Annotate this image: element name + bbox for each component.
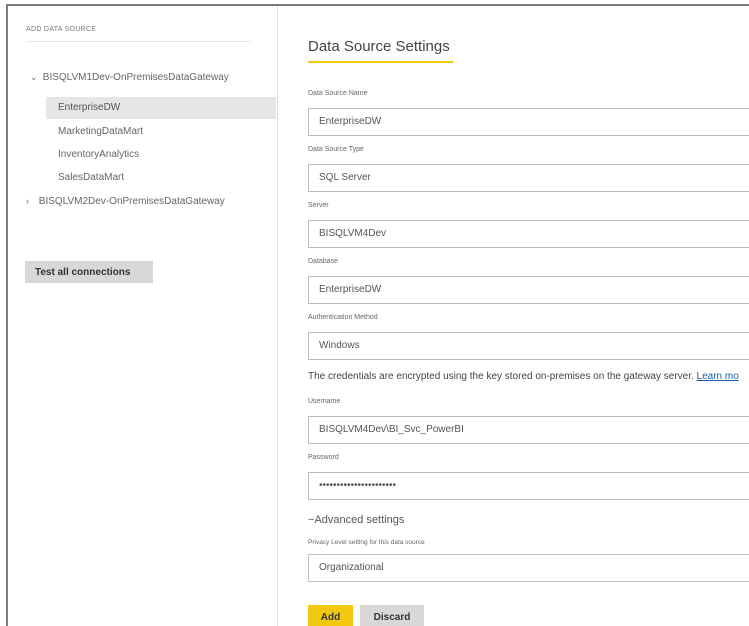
authentication-method-label: Authentication Method [308,314,378,321]
data-source-item-inventoryanalytics[interactable]: InventoryAnalytics [46,144,276,166]
credentials-note-text: The credentials are encrypted using the … [308,371,694,382]
data-source-settings-panel: Data Source Settings Data Source Name En… [300,6,749,626]
username-input[interactable]: BISQLVM4Dev\BI_Svc_PowerBI [308,416,749,444]
advanced-settings-label: Advanced settings [314,514,405,526]
database-input[interactable]: EnterpriseDW [308,276,749,304]
gateway-item-1[interactable]: ⌄ BISQLVM1Dev-OnPremisesDataGateway [30,72,229,83]
server-input[interactable]: BISQLVM4Dev [308,220,749,248]
data-source-item-marketingdatamart[interactable]: MarketingDataMart [46,121,276,143]
data-source-item-salesdatamart[interactable]: SalesDataMart [46,167,276,189]
learn-more-link[interactable]: Learn mo [697,371,739,382]
password-input[interactable]: •••••••••••••••••••••• [308,472,749,500]
data-source-nav-panel: ADD DATA SOURCE ⌄ BISQLVM1Dev-OnPremises… [8,6,278,626]
data-source-type-value: SQL Server [319,172,371,183]
gateway-name: BISQLVM1Dev-OnPremisesDataGateway [42,72,229,83]
data-source-name-label: Data Source Name [308,90,368,97]
title-accent-underline [308,61,453,63]
test-all-connections-button[interactable]: Test all connections [25,261,153,283]
password-label: Password [308,454,339,461]
gateway-name: BISQLVM2Dev-OnPremisesDataGateway [38,196,225,207]
authentication-method-select[interactable]: Windows ▼ [308,332,749,360]
app-frame: ADD DATA SOURCE ⌄ BISQLVM1Dev-OnPremises… [6,4,749,626]
chevron-right-icon[interactable]: › [26,196,36,206]
nav-title-divider [26,41,251,42]
username-label: Username [308,398,341,405]
privacy-level-label: Privacy Level setting for this data sour… [308,539,425,546]
credentials-note: The credentials are encrypted using the … [308,371,749,382]
database-label: Database [308,258,338,265]
gateway-item-2[interactable]: › BISQLVM2Dev-OnPremisesDataGateway [26,196,225,207]
chevron-down-icon[interactable]: ⌄ [30,72,40,83]
server-label: Server [308,202,329,209]
page-title: Data Source Settings [308,38,450,55]
privacy-level-select[interactable]: Organizational ▼ [308,554,749,582]
privacy-level-value: Organizational [319,562,384,573]
data-source-type-label: Data Source Type [308,146,364,153]
discard-button[interactable]: Discard [360,605,424,626]
advanced-settings-toggle[interactable]: −Advanced settings [308,514,404,526]
nav-section-title: ADD DATA SOURCE [26,26,97,33]
data-source-type-select[interactable]: SQL Server ▼ [308,164,749,192]
add-button[interactable]: Add [308,605,353,626]
data-source-name-input[interactable]: EnterpriseDW [308,108,749,136]
authentication-method-value: Windows [319,340,360,351]
data-source-item-enterprisedw[interactable]: EnterpriseDW [46,97,276,119]
